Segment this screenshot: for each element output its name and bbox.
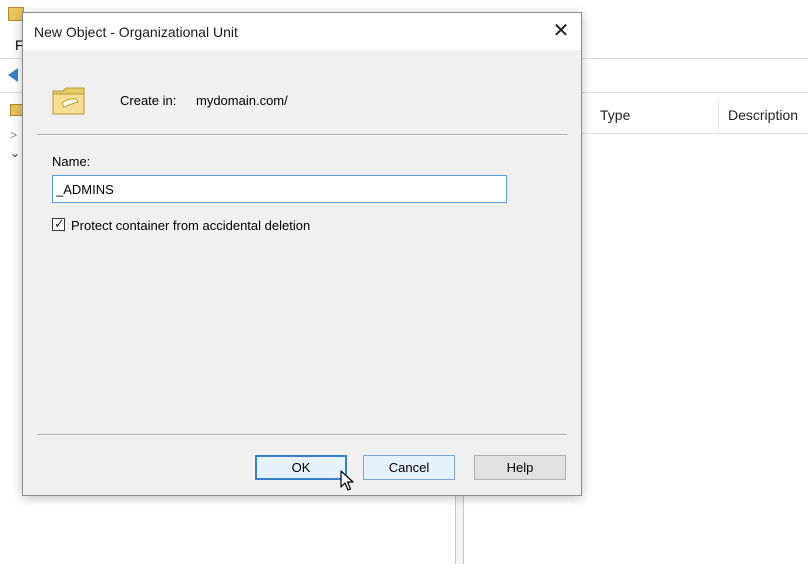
- column-divider[interactable]: [718, 100, 719, 132]
- protect-container-label[interactable]: Protect container from accidental deleti…: [71, 218, 310, 233]
- chevron-down-icon[interactable]: ⌄: [10, 146, 20, 160]
- name-label: Name:: [52, 154, 91, 169]
- divider: [37, 434, 567, 436]
- cancel-button[interactable]: Cancel: [363, 455, 455, 480]
- back-arrow-icon[interactable]: [8, 68, 18, 82]
- chevron-right-icon[interactable]: >: [10, 128, 17, 142]
- close-icon[interactable]: ✕: [541, 13, 581, 50]
- new-ou-dialog: New Object - Organizational Unit ✕ Creat…: [22, 12, 582, 496]
- dialog-title: New Object - Organizational Unit: [34, 24, 238, 40]
- protect-container-checkbox[interactable]: ✓: [52, 216, 65, 231]
- create-in-path: mydomain.com/: [196, 93, 288, 108]
- dialog-titlebar[interactable]: New Object - Organizational Unit ✕: [23, 13, 581, 50]
- create-in-label: Create in:: [120, 93, 177, 108]
- console-tree: [0, 92, 22, 564]
- column-header-type[interactable]: Type: [600, 107, 630, 123]
- ok-button[interactable]: OK: [255, 455, 347, 480]
- checkmark-icon: ✓: [54, 216, 65, 231]
- name-input[interactable]: [52, 175, 507, 203]
- organizational-unit-folder-icon: [52, 87, 85, 115]
- help-button[interactable]: Help: [474, 455, 566, 480]
- mouse-pointer-icon: [340, 470, 354, 491]
- divider: [37, 134, 567, 136]
- column-header-description[interactable]: Description: [728, 107, 798, 123]
